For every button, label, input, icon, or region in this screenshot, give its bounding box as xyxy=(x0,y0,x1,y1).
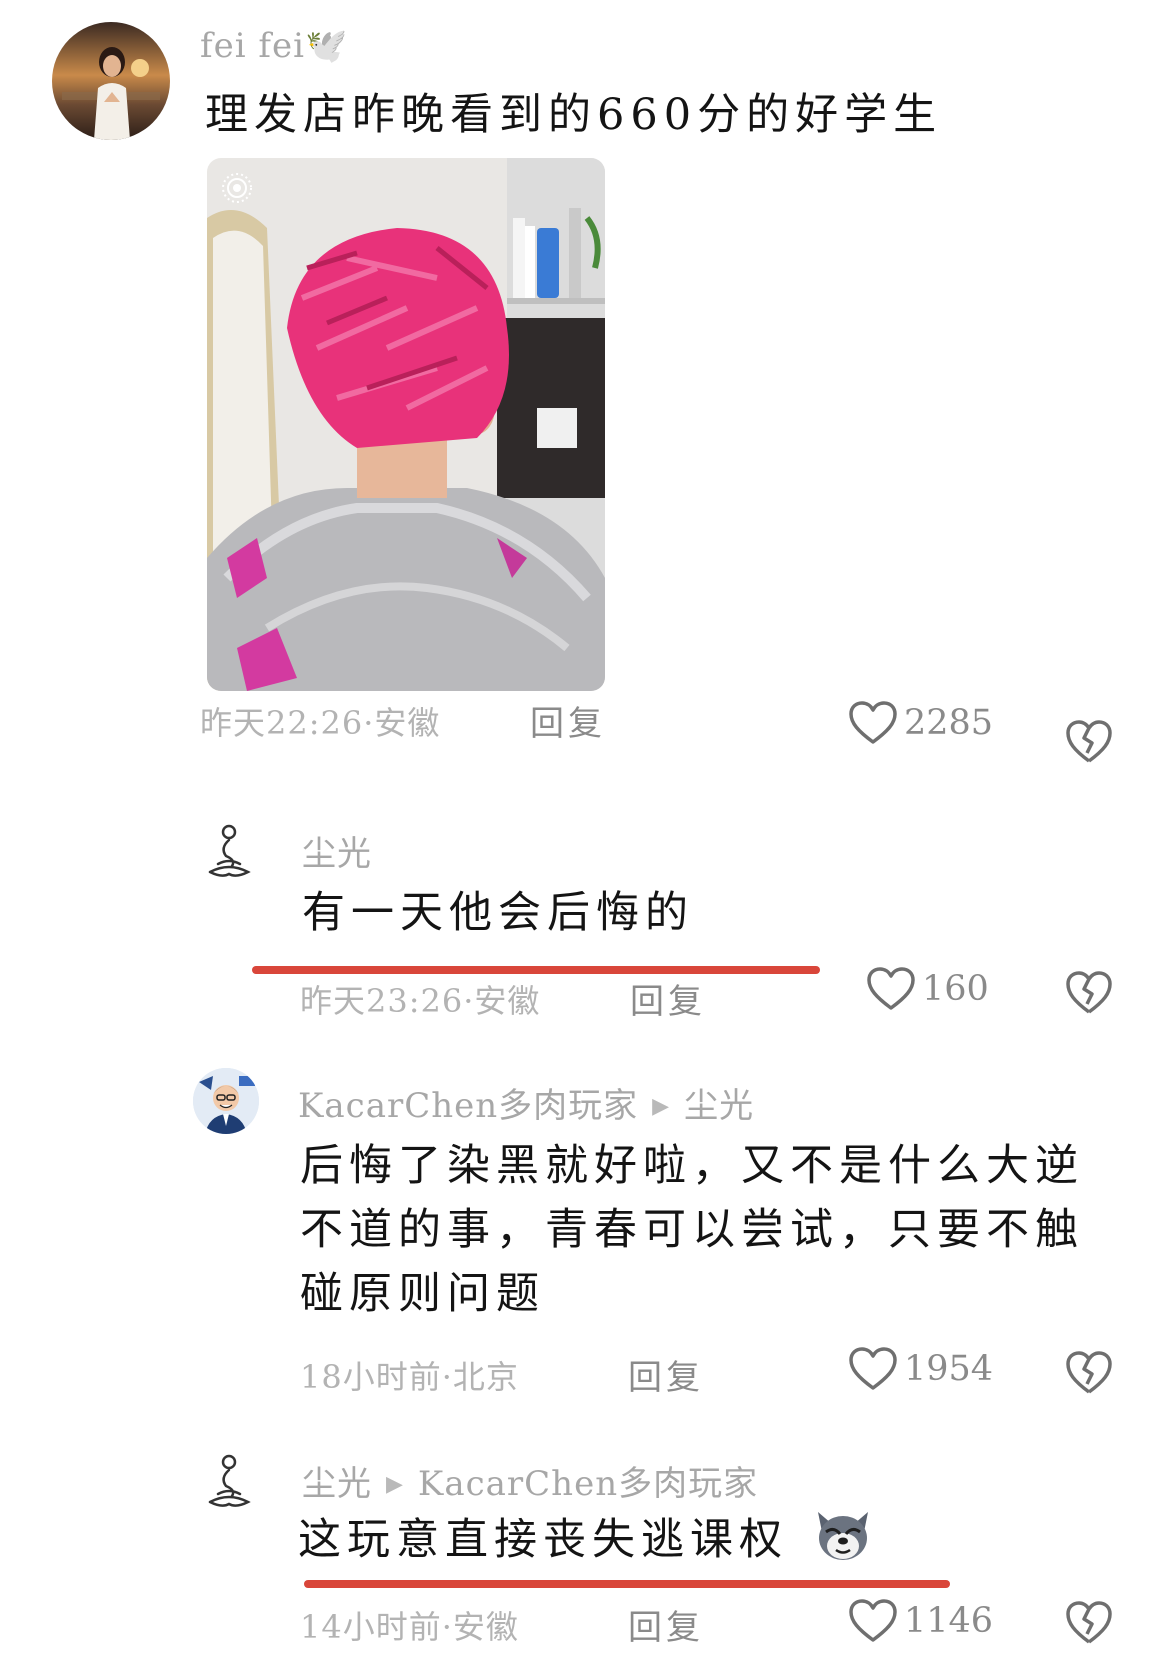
reply-button[interactable]: 回复 xyxy=(628,1600,704,1649)
dog-face-emoji xyxy=(817,1512,868,1560)
highlight-underline xyxy=(252,966,820,974)
like-count: 1954 xyxy=(904,1349,994,1389)
broken-heart-icon[interactable] xyxy=(1065,970,1113,1016)
username[interactable]: KacarChen多肉玩家 ▶ 尘光 xyxy=(298,1078,754,1127)
username[interactable]: 尘光 xyxy=(302,826,372,875)
like-button[interactable]: 2285 xyxy=(848,700,993,746)
comment-meta: 昨天23:26·安徽 xyxy=(300,982,541,1020)
avatar-chen-guang[interactable] xyxy=(196,818,262,884)
like-count: 1146 xyxy=(904,1601,994,1641)
like-button[interactable]: 1954 xyxy=(848,1346,993,1392)
avatar-kacarchen[interactable] xyxy=(193,1068,259,1134)
comment-meta: 昨天22:26·安徽 xyxy=(200,704,441,742)
reply-to-username[interactable]: 尘光 xyxy=(684,1086,754,1126)
triangle-right-icon: ▶ xyxy=(652,1094,671,1119)
comment-text: 有一天他会后悔的 xyxy=(302,888,694,938)
like-count: 160 xyxy=(922,969,989,1009)
highlight-underline xyxy=(304,1580,950,1588)
comment-text: 理发店昨晚看到的660分的好学生 xyxy=(205,90,943,140)
like-button[interactable]: 1146 xyxy=(848,1598,993,1644)
comment-meta: 18小时前·北京 xyxy=(300,1358,519,1396)
reply-button[interactable]: 回复 xyxy=(628,1350,704,1399)
username[interactable]: fei fei🕊️ xyxy=(200,26,348,66)
broken-heart-icon[interactable] xyxy=(1065,1600,1113,1646)
avatar-chen-guang[interactable] xyxy=(196,1448,262,1514)
heart-outline-icon xyxy=(849,1599,897,1642)
comment-text: 后悔了染黑就好啦，又不是什么大逆不道的事，青春可以尝试，只要不触碰原则问题 xyxy=(300,1141,1084,1319)
reply-button[interactable]: 回复 xyxy=(530,696,606,745)
comment-text: 这玩意直接丧失逃课权 xyxy=(298,1508,1118,1571)
broken-heart-icon[interactable] xyxy=(1065,1350,1113,1396)
reply-to-username[interactable]: KacarChen多肉玩家 xyxy=(418,1464,758,1504)
triangle-right-icon: ▶ xyxy=(386,1472,404,1497)
heart-outline-icon xyxy=(849,1347,897,1390)
like-count: 2285 xyxy=(904,703,994,743)
broken-heart-icon[interactable] xyxy=(1065,719,1113,765)
heart-outline-icon xyxy=(849,701,897,744)
like-button[interactable]: 160 xyxy=(866,966,989,1012)
comment-photo[interactable] xyxy=(207,158,605,691)
avatar-fei-fei[interactable] xyxy=(52,22,170,140)
comment-meta: 14小时前·安徽 xyxy=(300,1608,519,1646)
heart-outline-icon xyxy=(867,967,915,1010)
username[interactable]: 尘光 ▶ KacarChen多肉玩家 xyxy=(302,1456,758,1505)
reply-button[interactable]: 回复 xyxy=(630,974,706,1023)
